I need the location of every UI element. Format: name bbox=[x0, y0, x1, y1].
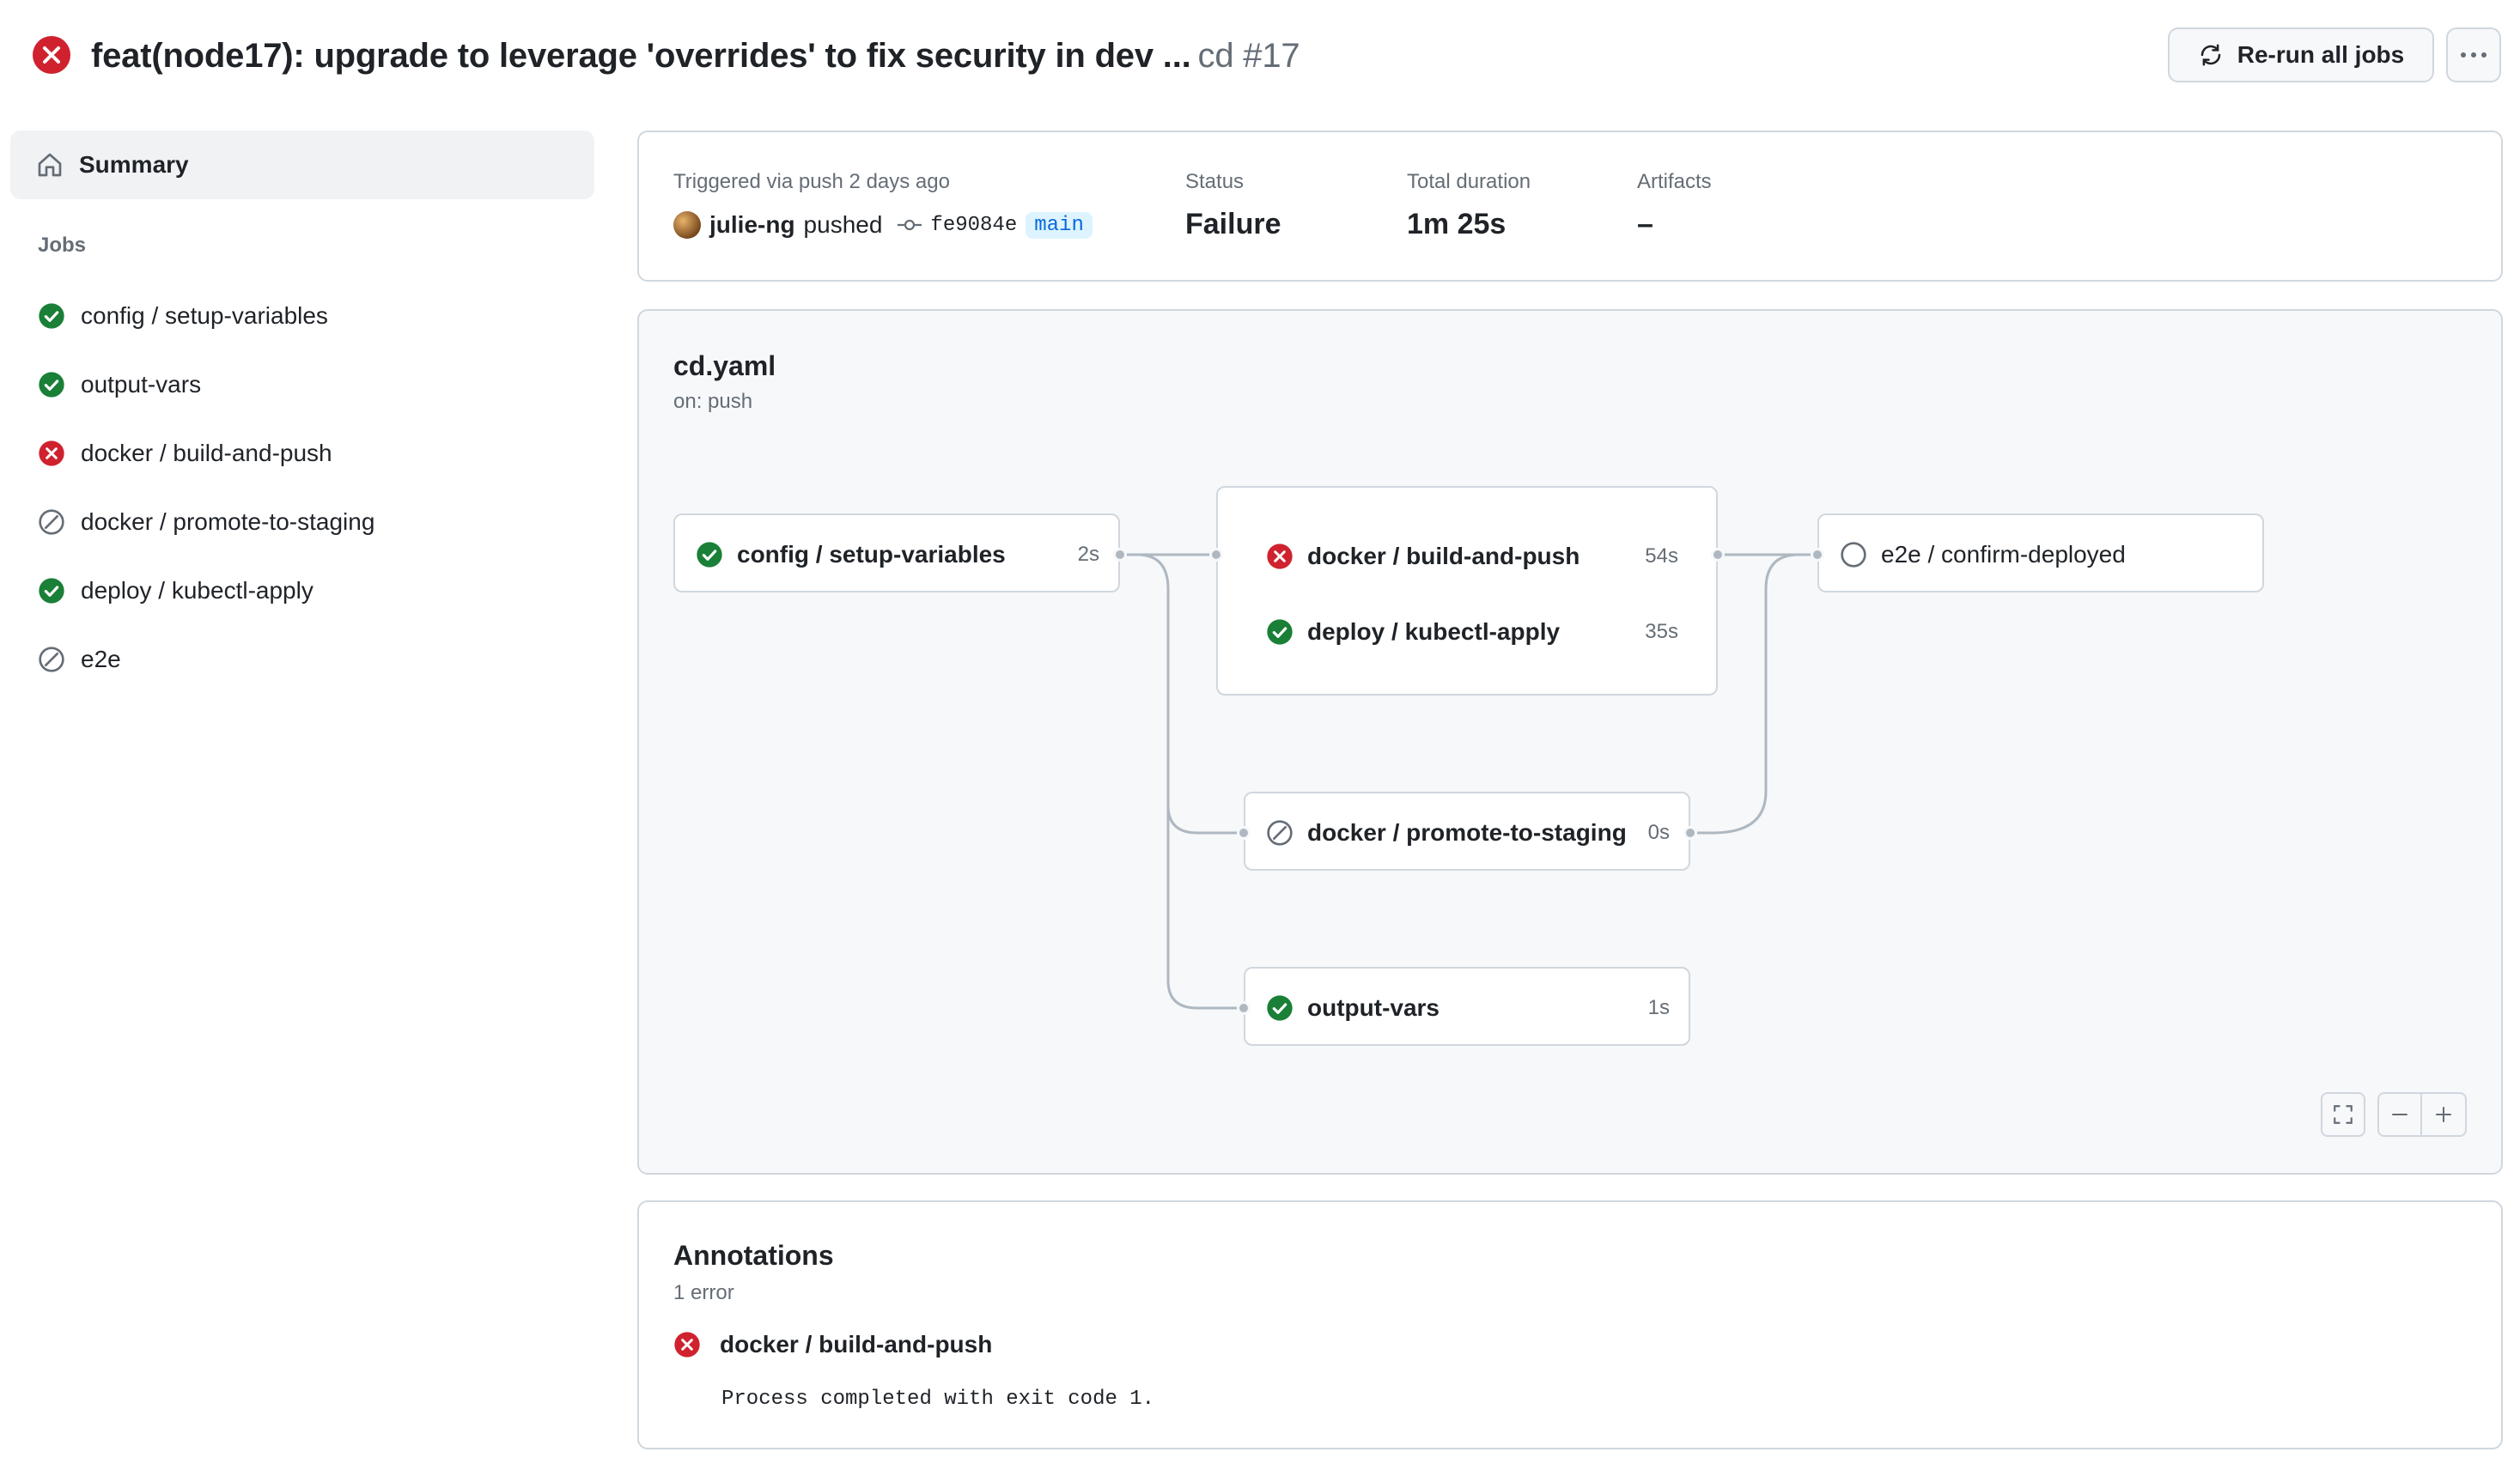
job-label: config / setup-variables bbox=[737, 541, 1006, 568]
job-label: e2e / confirm-deployed bbox=[1881, 541, 2126, 568]
graph-node-in bbox=[1811, 548, 1824, 562]
job-duration: 1s bbox=[1647, 996, 1670, 1019]
zoom-controls bbox=[2377, 1092, 2467, 1137]
summary-label: Summary bbox=[79, 151, 189, 178]
commit-icon bbox=[898, 216, 922, 234]
annotation-job-link[interactable]: docker / build-and-push bbox=[720, 1331, 992, 1358]
fullscreen-button[interactable] bbox=[2321, 1092, 2365, 1137]
graph-job-docker-promote-to-staging[interactable]: docker / promote-to-staging 0s bbox=[1244, 792, 1690, 871]
skip-icon bbox=[1266, 819, 1293, 847]
annotations-panel: Annotations 1 error docker / build-and-p… bbox=[637, 1200, 2503, 1449]
check-circle-icon bbox=[1266, 994, 1293, 1022]
check-circle-icon bbox=[1266, 618, 1293, 646]
run-title: feat(node17): upgrade to leverage 'overr… bbox=[91, 37, 1191, 75]
job-label: output-vars bbox=[1307, 994, 1440, 1021]
sidebar-job-docker-build-and-push[interactable]: docker / build-and-push bbox=[38, 433, 332, 474]
job-label: docker / build-and-push bbox=[81, 440, 332, 466]
home-icon bbox=[36, 151, 64, 179]
skip-icon bbox=[38, 508, 65, 536]
sidebar-job-e2e[interactable]: e2e bbox=[38, 639, 121, 680]
zoom-out-button[interactable] bbox=[2379, 1094, 2422, 1135]
graph-node-out bbox=[1683, 826, 1697, 840]
annotation-message: Process completed with exit code 1. bbox=[721, 1388, 1155, 1411]
sidebar-item-summary[interactable]: Summary bbox=[10, 131, 594, 199]
graph-node-in bbox=[1209, 548, 1223, 562]
job-label: docker / promote-to-staging bbox=[1307, 819, 1627, 846]
sidebar-job-output-vars[interactable]: output-vars bbox=[38, 364, 201, 405]
graph-node-out bbox=[1113, 548, 1127, 562]
check-circle-icon bbox=[38, 371, 65, 398]
graph-job-e2e-confirm-deployed[interactable]: e2e / confirm-deployed bbox=[1817, 513, 2264, 592]
job-label: deploy / kubectl-apply bbox=[81, 577, 313, 604]
job-duration: 0s bbox=[1647, 821, 1670, 844]
job-duration: 35s bbox=[1645, 620, 1678, 643]
annotations-count: 1 error bbox=[673, 1281, 734, 1304]
skip-icon bbox=[38, 646, 65, 673]
zoom-in-button[interactable] bbox=[2422, 1094, 2465, 1135]
sidebar-job-config-setup-variables[interactable]: config / setup-variables bbox=[38, 295, 328, 337]
check-circle-icon bbox=[38, 577, 65, 604]
job-label: docker / build-and-push bbox=[1307, 543, 1580, 569]
dash-icon bbox=[2389, 1104, 2410, 1125]
actor-action: pushed bbox=[803, 211, 883, 238]
plus-icon bbox=[2433, 1104, 2454, 1125]
push-info: julie-ng pushed fe9084e main bbox=[673, 211, 1093, 239]
sidebar-job-deploy-kubectl-apply[interactable]: deploy / kubectl-apply bbox=[38, 570, 313, 611]
sync-icon bbox=[2198, 42, 2224, 68]
job-label: e2e bbox=[81, 646, 121, 672]
artifacts-value: – bbox=[1637, 208, 1653, 240]
annotation-item: docker / build-and-push bbox=[673, 1331, 992, 1358]
commit-sha[interactable]: fe9084e bbox=[930, 214, 1017, 237]
job-duration: 54s bbox=[1645, 544, 1678, 568]
screen-full-icon bbox=[2332, 1103, 2354, 1126]
pending-circle-icon bbox=[1840, 541, 1867, 568]
graph-job-config-setup-variables[interactable]: config / setup-variables 2s bbox=[673, 513, 1120, 592]
graph-job-docker-build-and-push[interactable]: docker / build-and-push 54s bbox=[1266, 539, 1678, 574]
graph-job-output-vars[interactable]: output-vars 1s bbox=[1244, 967, 1690, 1046]
rerun-label: Re-run all jobs bbox=[2237, 41, 2405, 68]
x-circle-icon bbox=[38, 440, 65, 467]
x-circle-icon bbox=[673, 1331, 701, 1358]
graph-node-in bbox=[1237, 826, 1251, 840]
graph-job-group-docker-deploy: docker / build-and-push 54s deploy / kub… bbox=[1216, 486, 1718, 696]
job-label: output-vars bbox=[81, 371, 202, 398]
annotations-title: Annotations bbox=[673, 1240, 834, 1271]
sidebar-job-docker-promote-to-staging[interactable]: docker / promote-to-staging bbox=[38, 501, 374, 543]
kebab-horizontal-icon bbox=[2458, 51, 2489, 59]
run-summary-panel: Triggered via push 2 days ago julie-ng p… bbox=[637, 131, 2503, 282]
artifacts-label: Artifacts bbox=[1637, 170, 1712, 193]
actor-name[interactable]: julie-ng bbox=[709, 211, 795, 239]
duration-label: Total duration bbox=[1407, 170, 1531, 193]
more-options-button[interactable] bbox=[2446, 27, 2501, 82]
check-circle-icon bbox=[696, 541, 723, 568]
status-label: Status bbox=[1185, 170, 1245, 193]
workflow-ref[interactable]: cd #17 bbox=[1198, 37, 1300, 75]
page-title: feat(node17): upgrade to leverage 'overr… bbox=[91, 31, 1300, 81]
job-label: config / setup-variables bbox=[81, 302, 328, 329]
jobs-heading: Jobs bbox=[38, 234, 87, 257]
job-label: docker / promote-to-staging bbox=[81, 508, 375, 535]
workflow-failed-icon bbox=[31, 34, 72, 76]
check-circle-icon bbox=[38, 302, 65, 330]
status-value: Failure bbox=[1185, 208, 1281, 240]
rerun-all-jobs-button[interactable]: Re-run all jobs bbox=[2168, 27, 2434, 82]
duration-value: 1m 25s bbox=[1407, 208, 1507, 240]
graph-node-out bbox=[1711, 548, 1725, 562]
graph-job-deploy-kubectl-apply[interactable]: deploy / kubectl-apply 35s bbox=[1266, 615, 1678, 649]
branch-label[interactable]: main bbox=[1026, 211, 1093, 239]
x-circle-icon bbox=[1266, 543, 1293, 570]
trigger-label: Triggered via push 2 days ago bbox=[673, 170, 950, 193]
workflow-graph-panel: cd.yaml on: push config / setup-variable… bbox=[637, 309, 2503, 1175]
graph-node-in bbox=[1237, 1001, 1251, 1015]
job-duration: 2s bbox=[1077, 543, 1099, 566]
job-label: deploy / kubectl-apply bbox=[1307, 618, 1561, 645]
avatar[interactable] bbox=[673, 211, 701, 239]
